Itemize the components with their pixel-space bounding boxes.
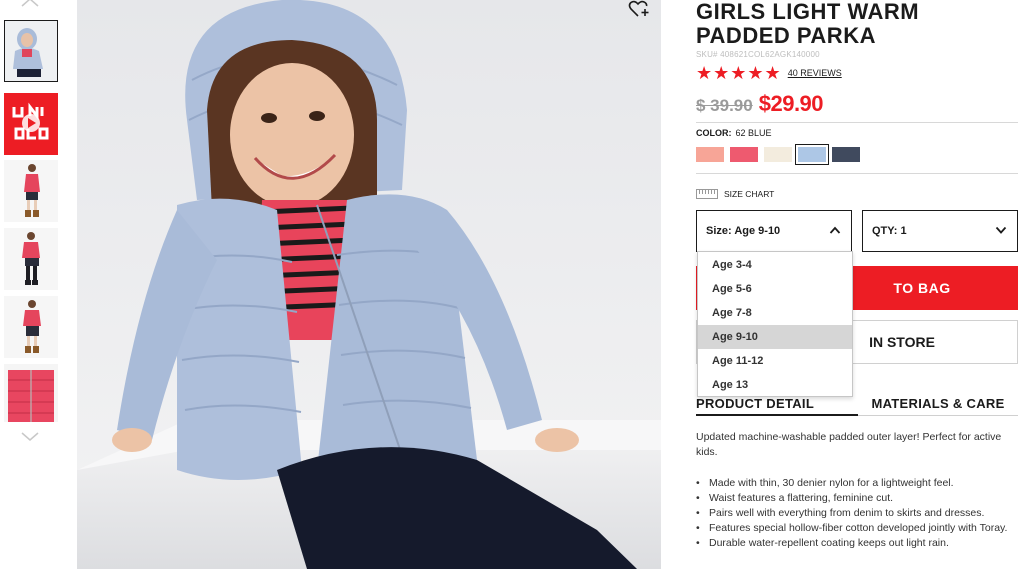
quantity-select-value: QTY: 1 bbox=[872, 225, 907, 237]
original-price: $ 39.90 bbox=[696, 96, 753, 115]
chevron-down-icon[interactable] bbox=[19, 430, 41, 442]
sale-price: $29.90 bbox=[758, 91, 824, 116]
size-option-selected[interactable]: Age 9-10 bbox=[698, 325, 852, 349]
product-info: GIRLS LIGHT WARM PADDED PARKA SKU# 40862… bbox=[696, 0, 1018, 202]
size-select-value: Size: Age 9-10 bbox=[706, 225, 781, 237]
feature-list: Made with thin, 30 denier nylon for a li… bbox=[696, 476, 1018, 551]
color-value: 62 BLUE bbox=[735, 128, 772, 138]
swatch-pink[interactable] bbox=[730, 146, 758, 162]
quantity-select[interactable]: QTY: 1 bbox=[862, 210, 1018, 252]
star-rating-icon: ★★★★★ bbox=[696, 63, 782, 83]
size-chart-link[interactable]: SIZE CHART bbox=[696, 186, 1018, 202]
tab-materials-care[interactable]: MATERIALS & CARE bbox=[858, 396, 1018, 416]
color-swatches bbox=[696, 143, 1018, 165]
thumbnail-rail bbox=[0, 0, 62, 569]
thumbnail-model-front[interactable] bbox=[4, 160, 58, 222]
thumbnail-model-back[interactable] bbox=[4, 296, 58, 358]
product-title: GIRLS LIGHT WARM PADDED PARKA bbox=[696, 0, 920, 48]
product-main-image[interactable] bbox=[77, 0, 661, 569]
color-label: COLOR: bbox=[696, 128, 732, 138]
size-dropdown: Age 3-4 Age 5-6 Age 7-8 Age 9-10 Age 11-… bbox=[697, 251, 853, 397]
thumbnail-jacket-closeup[interactable] bbox=[4, 364, 58, 422]
uniqlo-logo-icon bbox=[4, 95, 58, 153]
size-option[interactable]: Age 5-6 bbox=[698, 277, 852, 301]
thumbnail-model-side[interactable] bbox=[4, 228, 58, 290]
size-chart-label: SIZE CHART bbox=[724, 189, 775, 199]
size-option[interactable]: Age 3-4 bbox=[698, 253, 852, 277]
list-item: Durable water-repellent coating keeps ou… bbox=[696, 536, 1018, 551]
thumbnail-uniqlo-video[interactable] bbox=[4, 93, 58, 155]
add-to-bag-label: TO BAG bbox=[893, 280, 951, 296]
list-item: Pairs well with everything from denim to… bbox=[696, 506, 1018, 521]
list-item: Waist features a flattering, feminine cu… bbox=[696, 491, 1018, 506]
divider bbox=[696, 122, 1018, 123]
divider bbox=[696, 173, 1018, 174]
swatch-navy[interactable] bbox=[832, 146, 860, 162]
product-sku: SKU# 408621COL62AGK140000 bbox=[696, 50, 820, 59]
tab-product-detail[interactable]: PRODUCT DETAIL bbox=[696, 396, 858, 416]
chevron-up-icon[interactable] bbox=[19, 0, 41, 8]
size-select[interactable]: Size: Age 9-10 bbox=[696, 210, 852, 252]
wishlist-heart-icon[interactable] bbox=[628, 0, 650, 18]
swatch-salmon[interactable] bbox=[696, 146, 724, 162]
list-item: Features special hollow-fiber cotton dev… bbox=[696, 521, 1018, 536]
reviews-link[interactable]: 40 REVIEWS bbox=[788, 68, 842, 78]
product-description: Updated machine-washable padded outer la… bbox=[696, 431, 1002, 458]
rating-row: ★★★★★ 40 REVIEWS bbox=[696, 64, 1018, 82]
size-option[interactable]: Age 13 bbox=[698, 373, 852, 397]
thumbnail-main[interactable] bbox=[4, 20, 58, 82]
chevron-up-icon bbox=[829, 226, 841, 237]
list-item: Made with thin, 30 denier nylon for a li… bbox=[696, 476, 1018, 491]
ruler-icon bbox=[696, 189, 718, 199]
size-option[interactable]: Age 11-12 bbox=[698, 349, 852, 373]
price-row: $ 39.90 $29.90 bbox=[696, 91, 1018, 117]
swatch-cream[interactable] bbox=[764, 146, 792, 162]
chevron-down-icon bbox=[995, 226, 1007, 237]
purchase-selects: Size: Age 9-10 QTY: 1 bbox=[696, 210, 1018, 252]
find-in-store-label: IN STORE bbox=[869, 334, 935, 350]
swatch-blue[interactable] bbox=[795, 143, 829, 165]
size-option[interactable]: Age 7-8 bbox=[698, 301, 852, 325]
color-label-row: COLOR: 62 BLUE bbox=[696, 128, 1018, 138]
detail-tabs: PRODUCT DETAIL MATERIALS & CARE bbox=[696, 396, 1018, 416]
